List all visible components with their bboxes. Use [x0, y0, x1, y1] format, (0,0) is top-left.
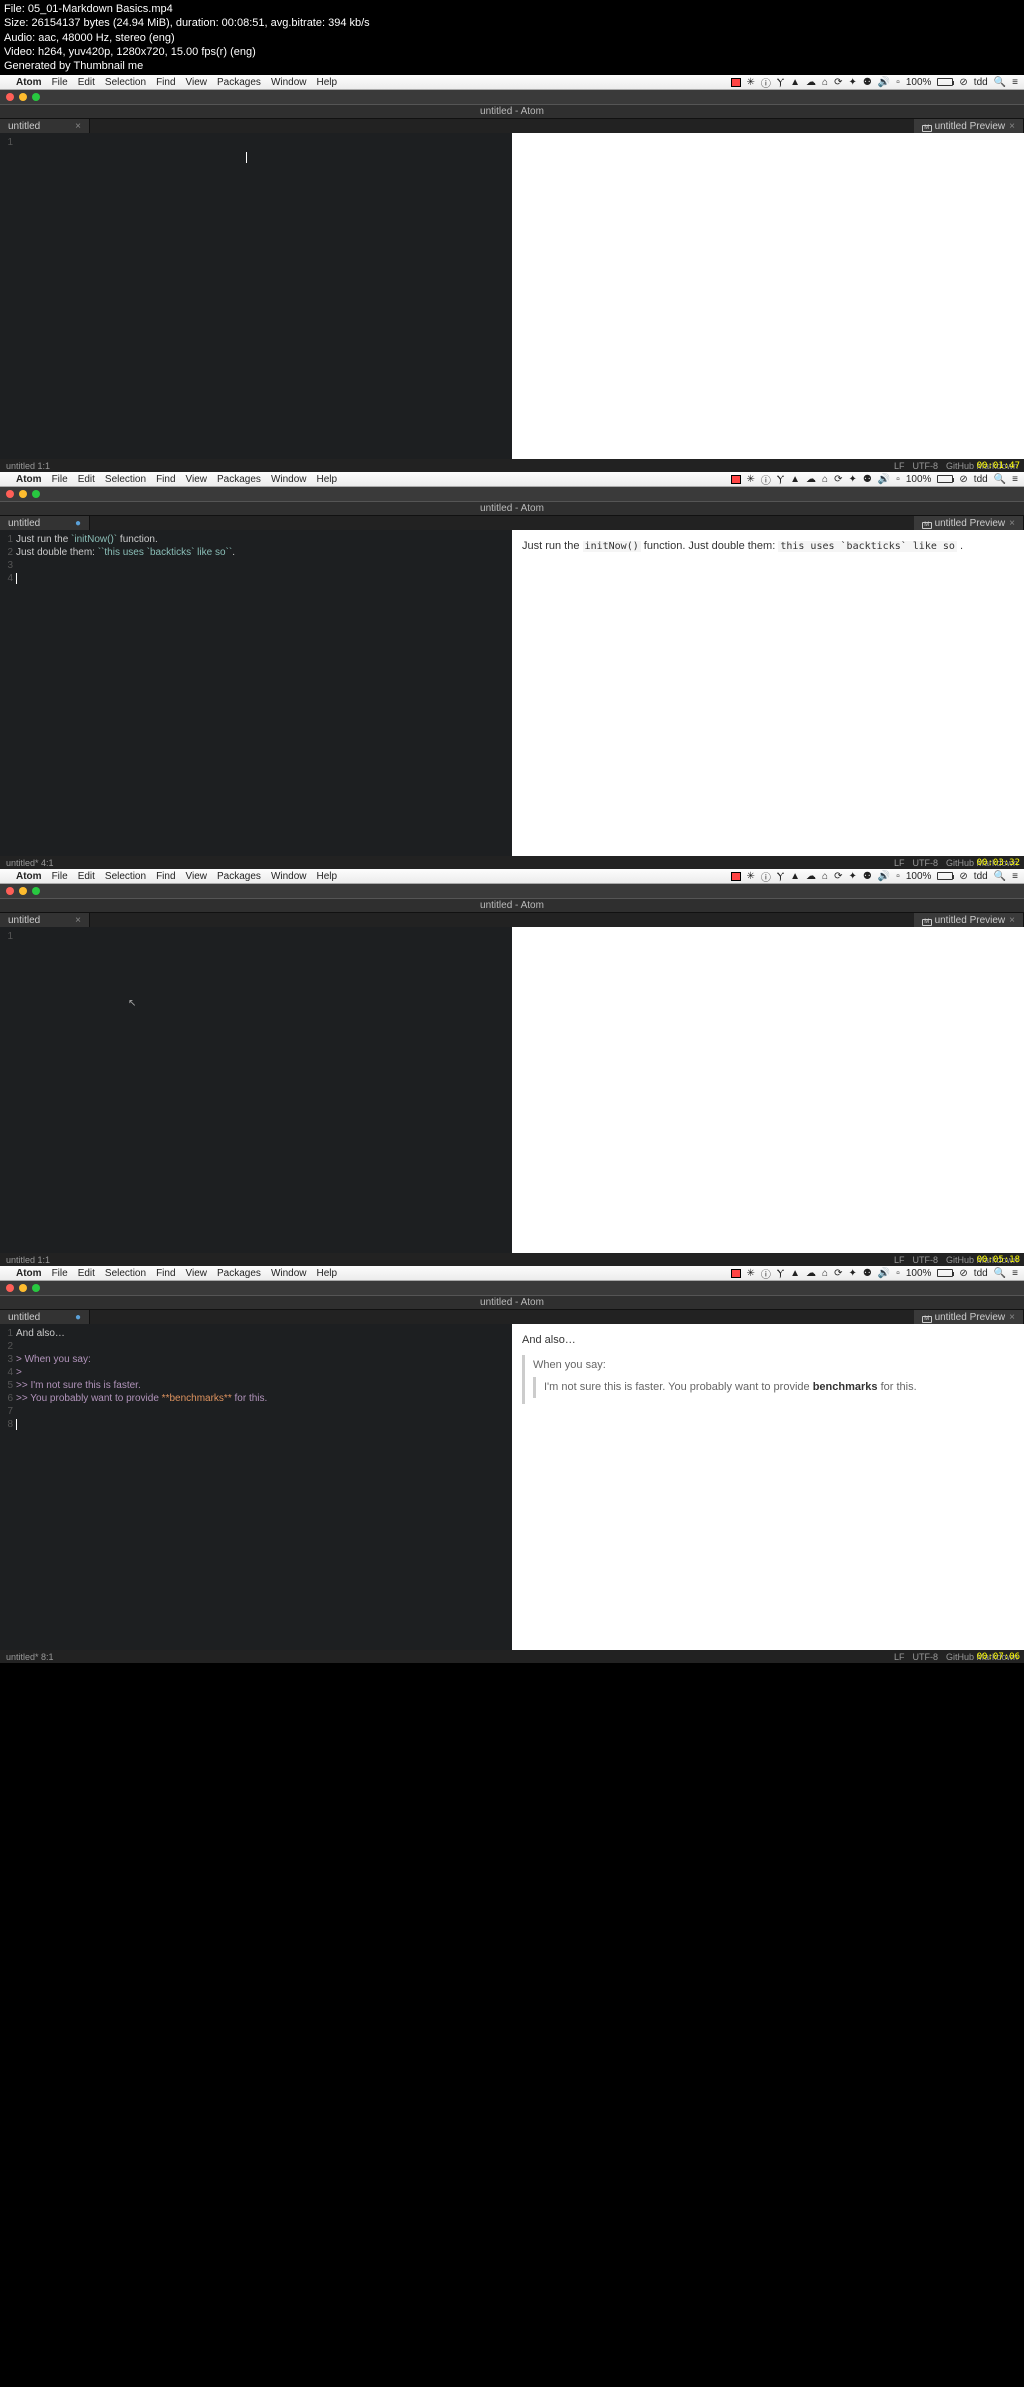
tray-icon[interactable]: ⓘ [761, 75, 771, 90]
window-title: untitled - Atom [0, 104, 1024, 118]
tab-untitled[interactable]: untitled● [0, 1310, 90, 1324]
markdown-preview [512, 927, 1024, 1253]
tab-untitled[interactable]: untitled● [0, 516, 90, 530]
minimize-window[interactable] [19, 93, 27, 101]
close-icon[interactable]: × [75, 121, 81, 132]
timestamp: 00:05:18 [977, 1255, 1020, 1265]
menu-packages[interactable]: Packages [217, 77, 261, 88]
cursor-arrow-icon: ↖ [128, 997, 136, 1010]
thumbnail-4: AtomFileEditSelectionFindViewPackagesWin… [0, 1266, 1024, 1663]
cloud-icon[interactable]: ▲ [790, 77, 800, 88]
spotlight-icon[interactable]: 🔍 [994, 77, 1006, 88]
zoom-window[interactable] [32, 93, 40, 101]
markdown-preview: Just run the initNow() function. Just do… [512, 530, 1024, 856]
editor-pane[interactable]: 1 [0, 133, 512, 459]
editor-pane[interactable]: 1 ↖ [0, 927, 512, 1253]
status-bar: untitled 1:1 LFUTF-8GitHub Markdown [0, 459, 1024, 472]
tab-bar: untitled× M untitled Preview× [0, 118, 1024, 133]
window-controls [0, 90, 1024, 104]
tray-icon[interactable]: Ⲩ [777, 77, 784, 88]
tray-icon[interactable]: ✳︎ [747, 77, 755, 88]
tray-icon[interactable]: ✦ [848, 77, 856, 88]
menu-icon[interactable]: ≡ [1012, 77, 1018, 88]
tab-preview[interactable]: M untitled Preview× [914, 1310, 1024, 1324]
markdown-preview [512, 133, 1024, 459]
close-window[interactable] [6, 93, 14, 101]
tab-preview[interactable]: M untitled Preview× [914, 913, 1024, 927]
tray-icon[interactable]: ⊘ [959, 77, 967, 88]
thumbnail-3: AtomFileEditSelectionFindViewPackagesWin… [0, 869, 1024, 1266]
menu-window[interactable]: Window [271, 77, 307, 88]
battery-icon[interactable] [937, 78, 953, 86]
timestamp: 00:07:06 [977, 1652, 1020, 1662]
menu-view[interactable]: View [186, 77, 208, 88]
sync-icon[interactable]: ⟳ [834, 77, 842, 88]
display-icon[interactable]: ▫ [896, 77, 900, 88]
markdown-preview: And also… When you say: I'm not sure thi… [512, 1324, 1024, 1650]
line-gutter: 1 [0, 133, 16, 459]
menu-find[interactable]: Find [156, 77, 175, 88]
menu-selection[interactable]: Selection [105, 77, 146, 88]
file-metadata: File: 05_01-Markdown Basics.mp4 Size: 26… [0, 0, 1024, 75]
thumbnail-1: Atom File Edit Selection Find View Packa… [0, 75, 1024, 472]
clock[interactable]: tdd [974, 77, 988, 88]
app-name-menu[interactable]: Atom [16, 77, 42, 88]
record-icon[interactable] [731, 78, 741, 87]
tab-preview[interactable]: M untitled Preview× [914, 516, 1024, 530]
tab-preview[interactable]: M untitled Preview× [914, 119, 1024, 133]
menu-help[interactable]: Help [317, 77, 338, 88]
menu-file[interactable]: File [52, 77, 68, 88]
modified-icon: ● [75, 518, 81, 529]
timestamp: 00:03:32 [977, 858, 1020, 868]
battery-pct: 100% [906, 77, 932, 88]
editor-pane[interactable]: 1234 Just run the `initNow()` function. … [0, 530, 512, 856]
status-left: untitled 1:1 [6, 461, 50, 471]
close-icon[interactable]: × [1009, 121, 1015, 132]
home-icon[interactable]: ⌂ [822, 77, 828, 88]
timestamp: 00:01:47 [977, 461, 1020, 471]
editor-pane[interactable]: 12345678 And also… > When you say: > >> … [0, 1324, 512, 1650]
thumbnail-2: AtomFileEditSelectionFindViewPackagesWin… [0, 472, 1024, 869]
menu-edit[interactable]: Edit [78, 77, 95, 88]
mac-menubar: Atom File Edit Selection Find View Packa… [0, 75, 1024, 90]
tab-untitled[interactable]: untitled× [0, 913, 90, 927]
tray-icon[interactable]: ☁︎ [806, 77, 816, 88]
wifi-icon[interactable]: ⚉ [863, 77, 872, 88]
volume-icon[interactable]: 🔊 [878, 77, 890, 88]
tab-untitled[interactable]: untitled× [0, 119, 90, 133]
